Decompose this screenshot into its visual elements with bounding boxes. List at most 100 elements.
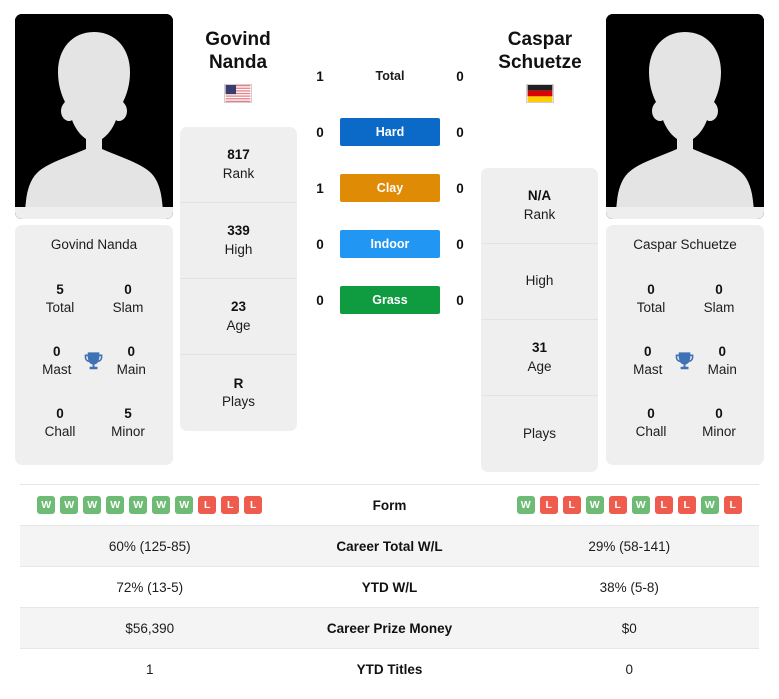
left-career-wl-value: 60% (125-85): [108, 538, 191, 554]
left-form-badge-4[interactable]: W: [129, 496, 148, 514]
right-titles-row-2: 0 Mast 0 Main: [612, 330, 758, 392]
table-row-career-wl: 60% (125-85) Career Total W/L 29% (58-14…: [20, 525, 759, 566]
right-form-badge-2[interactable]: L: [562, 496, 581, 514]
left-titles-chall: 0 Chall: [31, 405, 89, 441]
left-form-strip: WWWWWWWLLL: [20, 496, 280, 514]
h2h-clay-label[interactable]: Clay: [340, 174, 440, 202]
left-titles-slam: 0 Slam: [99, 281, 157, 317]
left-form-badge-7[interactable]: L: [198, 496, 217, 514]
comparison-stats-table: WWWWWWWLLL Form WLLWLWLLWL 60% (125-85) …: [20, 484, 759, 689]
left-form-badge-6[interactable]: W: [175, 496, 194, 514]
right-form-badge-0[interactable]: W: [516, 496, 535, 514]
right-titles-chall: 0 Chall: [622, 405, 680, 441]
trophy-icon: [85, 352, 103, 370]
left-plays-label: Plays: [221, 394, 255, 409]
left-age-label: Age: [226, 317, 251, 333]
right-titles-slam: 0 Slam: [690, 281, 748, 317]
right-form-badge-9[interactable]: L: [723, 496, 742, 514]
flag-de-icon: [526, 84, 554, 104]
left-titles-minor-value: 5: [124, 405, 132, 421]
right-player-info-column: N/A Rank High 31 Age Plays: [481, 168, 598, 472]
h2h-indoor-label[interactable]: Indoor: [340, 230, 440, 258]
h2h-row-hard: 0 Hard 0: [300, 118, 480, 146]
right-titles-slam-value: 0: [715, 281, 723, 297]
h2h-total-left-score: 1: [316, 68, 324, 84]
right-player-avatar-card[interactable]: [606, 14, 764, 219]
right-player-titles-box: Caspar Schuetze 0 Total 0 Slam 0 Mast 0 …: [606, 225, 764, 465]
h2h-total-label: Total: [375, 69, 405, 83]
left-titles-chall-label: Chall: [44, 424, 76, 439]
left-form-badge-9[interactable]: L: [244, 496, 263, 514]
right-titles-row-3: 0 Chall 0 Minor: [612, 392, 758, 454]
left-age-value: 23: [230, 299, 247, 315]
career-wl-label: Career Total W/L: [336, 538, 443, 554]
left-form-badge-1[interactable]: W: [60, 496, 79, 514]
left-titles-total: 5 Total: [31, 281, 89, 317]
right-rank-value: N/A: [527, 188, 552, 204]
avatar-floor: [606, 207, 764, 219]
h2h-row-grass: 0 Grass 0: [300, 286, 480, 314]
right-form-badge-1[interactable]: L: [539, 496, 558, 514]
right-titles-minor: 0 Minor: [690, 405, 748, 441]
left-rank-value: 817: [227, 147, 250, 163]
right-rank-label: Rank: [523, 206, 556, 222]
player-silhouette-avatar: [606, 14, 764, 219]
comparison-header: Govind Nanda Caspar Schuetze 1 Total 0 0…: [0, 0, 779, 478]
right-form-badge-5[interactable]: W: [631, 496, 650, 514]
h2h-grass-label[interactable]: Grass: [340, 286, 440, 314]
right-age-value: 31: [531, 340, 548, 356]
right-form-badge-4[interactable]: L: [608, 496, 627, 514]
left-titles-row-2: 0 Mast 0 Main: [21, 330, 167, 392]
right-titles-total-label: Total: [636, 300, 666, 315]
h2h-row-clay: 1 Clay 0: [300, 174, 480, 202]
right-titles-main: 0 Main: [697, 343, 748, 379]
right-info-age: 31 Age: [481, 320, 598, 396]
left-plays-value: R: [233, 375, 244, 391]
left-high-value: 339: [227, 223, 250, 239]
left-player-last-name: Nanda: [208, 52, 268, 74]
right-form-badge-3[interactable]: W: [585, 496, 604, 514]
left-ytd-titles-value: 1: [145, 661, 154, 677]
h2h-grass-left-score: 0: [316, 292, 324, 308]
left-titles-main-value: 0: [127, 343, 136, 359]
right-titles-minor-label: Minor: [702, 424, 736, 439]
left-info-age: 23 Age: [180, 279, 297, 355]
h2h-hard-label[interactable]: Hard: [340, 118, 440, 146]
left-titles-main: 0 Main: [106, 343, 157, 379]
right-titles-mast-value: 0: [643, 343, 652, 359]
left-titles-mast-label: Mast: [42, 362, 72, 377]
h2h-hard-left-score: 0: [316, 124, 324, 140]
right-info-rank: N/A Rank: [481, 168, 598, 244]
left-titles-player-name: Govind Nanda: [50, 237, 138, 252]
right-titles-player-name: Caspar Schuetze: [633, 237, 737, 252]
left-form-badge-0[interactable]: W: [37, 496, 56, 514]
right-age-label: Age: [527, 358, 552, 374]
left-form-badge-3[interactable]: W: [106, 496, 125, 514]
left-titles-slam-label: Slam: [112, 300, 144, 315]
left-titles-total-value: 5: [56, 281, 64, 297]
left-titles-total-label: Total: [45, 300, 75, 315]
left-form-badge-2[interactable]: W: [83, 496, 102, 514]
right-form-badge-7[interactable]: L: [677, 496, 696, 514]
left-info-rank: 817 Rank: [180, 127, 297, 203]
right-titles-total: 0 Total: [622, 281, 680, 317]
h2h-clay-right-score: 0: [456, 180, 464, 196]
left-titles-mast: 0 Mast: [31, 343, 82, 379]
h2h-row-total: 1 Total 0: [300, 62, 480, 90]
h2h-clay-left-score: 1: [316, 180, 324, 196]
left-player-avatar-card[interactable]: [15, 14, 173, 219]
avatar-floor: [15, 207, 173, 219]
right-plays-label: Plays: [522, 425, 556, 441]
right-titles-mast: 0 Mast: [622, 343, 673, 379]
right-titles-row-1: 0 Total 0 Slam: [612, 268, 758, 330]
right-form-badge-8[interactable]: W: [700, 496, 719, 514]
player-comparison-page: Govind Nanda Caspar Schuetze 1 Total 0 0…: [0, 0, 779, 699]
right-titles-chall-value: 0: [647, 405, 655, 421]
right-form-badge-6[interactable]: L: [654, 496, 673, 514]
table-row-ytd-titles: 1 YTD Titles 0: [20, 648, 759, 689]
left-form-badge-5[interactable]: W: [152, 496, 171, 514]
left-form-badge-8[interactable]: L: [221, 496, 240, 514]
left-titles-mast-value: 0: [52, 343, 61, 359]
h2h-indoor-right-score: 0: [456, 236, 464, 252]
right-info-plays: Plays: [481, 396, 598, 472]
